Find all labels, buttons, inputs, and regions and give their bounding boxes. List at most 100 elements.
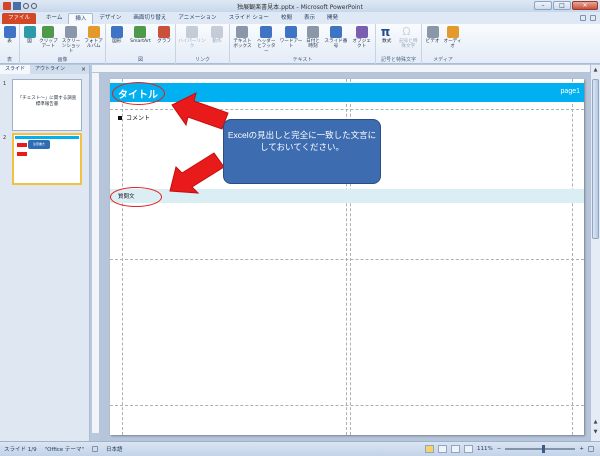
- window-title: 独展観楽書見本.pptx - Microsoft PowerPoint: [237, 3, 363, 11]
- group-links: ハイパーリンク 動作 リンク: [176, 24, 230, 64]
- minimize-button[interactable]: –: [534, 1, 552, 10]
- slides-panel-tabs: スライド アウトライン ×: [0, 65, 89, 74]
- question-band: [110, 189, 584, 203]
- date-time-icon: [307, 26, 319, 38]
- zoom-knob[interactable]: [542, 445, 546, 453]
- zoom-slider[interactable]: [505, 445, 576, 453]
- guide-vertical-right: [572, 79, 573, 435]
- horizontal-ruler: [92, 65, 590, 73]
- header-footer-icon: [260, 26, 273, 38]
- tab-slideshow[interactable]: スライド ショー: [223, 13, 275, 24]
- shapes-icon: [110, 26, 123, 38]
- prev-slide-icon[interactable]: ▲: [592, 419, 599, 426]
- slide-sorter-icon[interactable]: [438, 445, 448, 453]
- slide-thumbnail-1[interactable]: 「チェスト～」に関する調査 標準報告書: [12, 79, 82, 131]
- slide[interactable]: タイトル page1 コメント 質問文 Excelの見出しと完全に一致した文言に…: [110, 79, 584, 435]
- maximize-button[interactable]: □: [553, 1, 571, 10]
- thumb-title-text: 「チェスト～」に関する調査 標準報告書: [17, 96, 77, 107]
- callout-box[interactable]: Excelの見出しと完全に一致した文言にしておいてください。: [223, 119, 381, 184]
- close-button[interactable]: ✕: [572, 1, 598, 10]
- comment-text: コメント: [126, 116, 151, 122]
- group-text: テキストボックス ヘッダーとフッター ワードアート 日付と時刻 スライド番号 オ…: [230, 24, 376, 64]
- ribbon-insert: 表 表 図 クリップアート スクリーンショット フォトアルバム 画像 図形 Sm: [0, 24, 600, 64]
- tab-transitions[interactable]: 画面切り替え: [127, 13, 172, 24]
- guide-horizontal-bottom: [110, 405, 584, 406]
- guide-horizontal-center: [110, 259, 584, 260]
- clipart-icon: [42, 26, 55, 38]
- window-controls: – □ ✕: [534, 1, 598, 10]
- hyperlink-icon: [186, 26, 198, 38]
- tab-review[interactable]: 校閲: [275, 13, 298, 24]
- theme-name[interactable]: "Office テーマ": [45, 445, 84, 453]
- ribbon-tab-tools: [580, 15, 600, 21]
- group-images: 図 クリップアート スクリーンショット フォトアルバム 画像: [20, 24, 106, 64]
- group-label-media: メディア: [433, 57, 453, 63]
- group-label-images: 画像: [57, 57, 68, 63]
- reading-view-icon[interactable]: [451, 445, 461, 453]
- guide-horizontal-top: [110, 109, 584, 110]
- tab-file[interactable]: ファイル: [2, 13, 37, 24]
- bullet-icon: [118, 116, 122, 121]
- thumb-callout: 注意書き: [28, 140, 50, 149]
- guide-vertical-left: [122, 79, 123, 435]
- ribbon-minimize-icon[interactable]: [580, 15, 586, 21]
- group-symbols: π 数式 Ω 記号と特殊文字 記号と特殊文字: [376, 24, 422, 64]
- scroll-up-icon[interactable]: ▲: [592, 67, 599, 74]
- panel-close-icon[interactable]: ×: [81, 66, 86, 73]
- title-highlight-ellipse[interactable]: [112, 82, 165, 105]
- window-titlebar: 独展観楽書見本.pptx - Microsoft PowerPoint – □ …: [0, 0, 600, 12]
- wordart-icon: [285, 26, 298, 38]
- group-label-illustrations: 図: [137, 57, 143, 63]
- group-label-symbols: 記号と特殊文字: [380, 57, 416, 63]
- table-icon: [3, 26, 16, 38]
- question-highlight-ellipse[interactable]: [110, 187, 162, 207]
- slide-indicator: スライド 1/9: [4, 447, 37, 453]
- thumb-arrow-1: [17, 143, 27, 147]
- slideshow-view-icon[interactable]: [464, 445, 474, 453]
- tab-developer[interactable]: 開発: [321, 13, 344, 24]
- action-icon: [211, 26, 223, 38]
- tab-home[interactable]: ホーム: [40, 13, 68, 24]
- tab-design[interactable]: デザイン: [93, 13, 127, 24]
- group-illustrations: 図形 SmartArt グラフ 図: [106, 24, 176, 64]
- page-label[interactable]: page1: [561, 88, 580, 95]
- comment-placeholder[interactable]: コメント: [118, 113, 150, 122]
- group-label-table: 表: [6, 57, 12, 63]
- pi-icon: π: [380, 25, 391, 39]
- tab-insert[interactable]: 挿入: [68, 13, 94, 24]
- slide-editing-canvas: タイトル page1 コメント 質問文 Excelの見出しと完全に一致した文言に…: [100, 73, 590, 441]
- photo-album-icon: [87, 26, 100, 38]
- group-label-text: テキスト: [292, 57, 313, 63]
- video-icon: [426, 26, 439, 38]
- group-media: ビデオ オーディオ メディア: [422, 24, 464, 64]
- vertical-scrollbar[interactable]: ▲ ▲ ▼: [590, 65, 600, 441]
- title-bar: タイトル page1: [110, 83, 584, 102]
- spellcheck-icon[interactable]: [91, 446, 98, 452]
- zoom-out-icon[interactable]: −: [497, 446, 502, 452]
- tab-view[interactable]: 表示: [298, 13, 321, 24]
- help-icon[interactable]: [590, 15, 596, 21]
- thumb-number-2: 2: [3, 135, 7, 141]
- group-table: 表 表: [0, 24, 20, 64]
- speaker-icon: [446, 26, 459, 38]
- slide-number-icon: [329, 26, 342, 38]
- tab-slides[interactable]: スライド: [0, 65, 31, 74]
- normal-view-icon[interactable]: [425, 445, 435, 453]
- tab-outline[interactable]: アウトライン: [30, 65, 70, 74]
- thumb-number-1: 1: [3, 81, 7, 87]
- zoom-in-icon[interactable]: +: [579, 446, 584, 452]
- group-label-links: リンク: [194, 57, 210, 63]
- view-controls: 111% − +: [425, 445, 600, 453]
- tab-animations[interactable]: アニメーション: [172, 13, 222, 24]
- fit-slide-icon[interactable]: [588, 446, 594, 452]
- ribbon-tabs: ファイル ホーム 挿入 デザイン 画面切り替え アニメーション スライド ショー…: [0, 12, 600, 24]
- scroll-thumb[interactable]: [592, 79, 599, 239]
- slide-thumbnail-2[interactable]: 注意書き: [12, 133, 82, 185]
- screenshot-icon: [65, 26, 77, 38]
- textbox-icon: [236, 26, 249, 38]
- next-slide-icon[interactable]: ▼: [592, 429, 599, 436]
- language-indicator[interactable]: 日本語: [106, 445, 123, 453]
- zoom-level[interactable]: 111%: [477, 446, 493, 452]
- thumb-title-bar: [15, 136, 79, 139]
- chart-icon: [158, 26, 171, 38]
